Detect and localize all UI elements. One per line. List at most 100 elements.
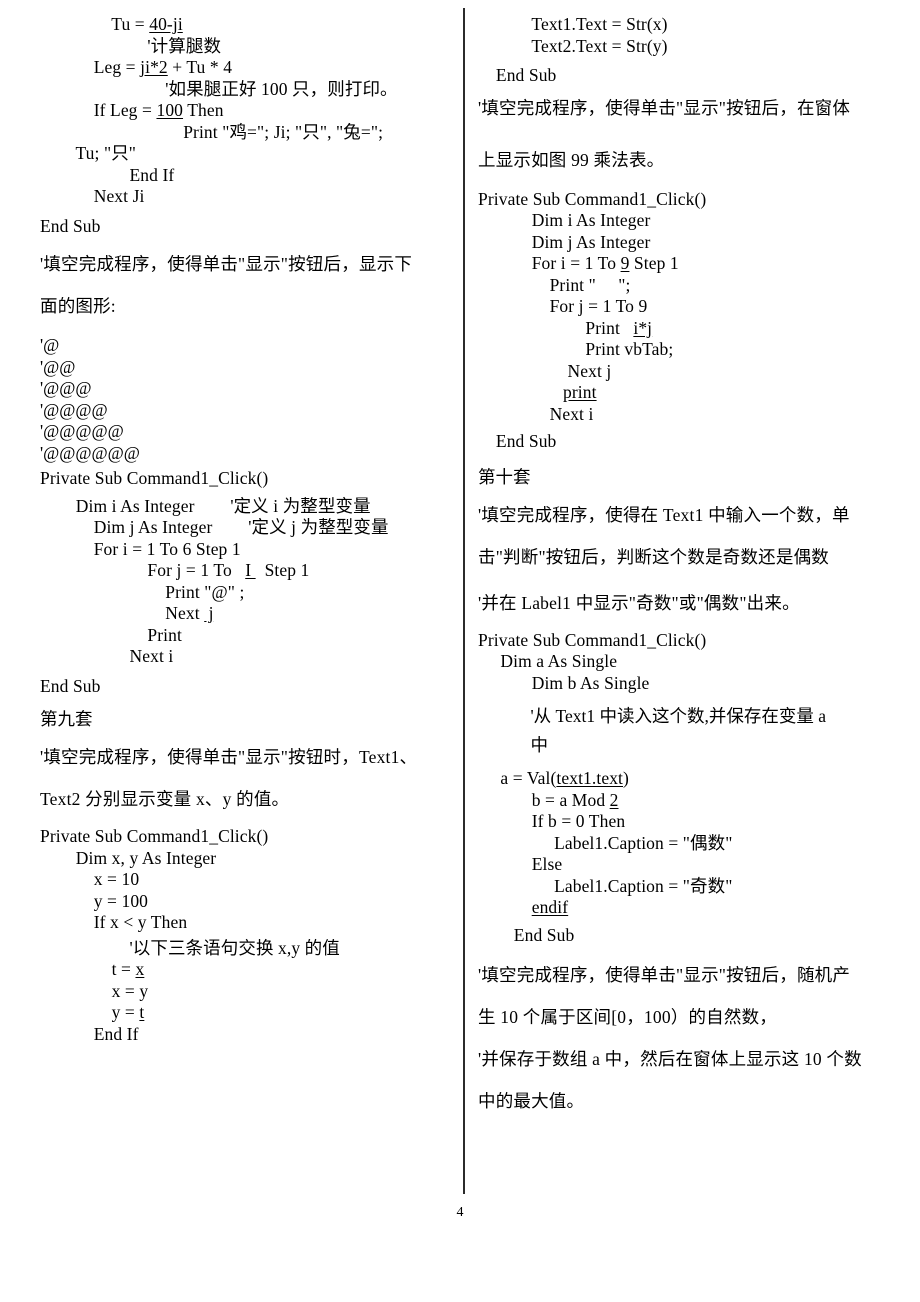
code-line: Print i*j <box>478 318 902 340</box>
code-line: x = 10 <box>40 869 140 889</box>
code-line: For i = 1 To 9 Step 1 <box>478 253 902 275</box>
code-line: Print vbTab; <box>478 339 674 359</box>
code-line: Dim i As Integer <box>478 210 651 230</box>
code-line-tail: Then <box>183 100 224 120</box>
section-heading: 第九套 <box>40 709 93 729</box>
right-column: Text1.Text = Str(x) Text2.Text = Str(y) … <box>478 14 902 1122</box>
code-line-head: For i = 1 To <box>478 253 621 273</box>
code-line: '如果腿正好 100 只，则打印。 <box>40 78 398 99</box>
code-line: Next i <box>478 403 594 424</box>
ascii-art-line: '@@ <box>40 356 76 377</box>
code-line: Dim a As Single <box>478 651 618 671</box>
answer-blank: 40-ji <box>149 14 183 34</box>
code-line: Dim x, y As Integer <box>40 847 217 868</box>
code-line: End If <box>40 164 175 185</box>
document-page: Tu = 40-ji '计算腿数 Leg = ji*2 + Tu * 4 '如果… <box>0 0 920 1302</box>
code-line-tail: Step 1 <box>629 253 679 273</box>
code-line: y = t <box>40 1002 452 1024</box>
ascii-art-line: '@@@@@ <box>40 421 124 441</box>
code-line-tail: + Tu * 4 <box>167 57 233 77</box>
code-line: Print " "; <box>478 274 631 295</box>
code-line: Leg = ji*2 + Tu * 4 <box>40 57 452 79</box>
comment-paragraph: '并保存于数组 a 中，然后在窗体上显示这 10 个数 <box>478 1049 862 1069</box>
code-line: Private Sub Command1_Click() <box>478 188 707 209</box>
code-line-tail: ) <box>623 768 629 788</box>
code-line: Print <box>40 624 182 645</box>
ascii-art-line: '@@@ <box>40 378 92 398</box>
code-line: Private Sub Command1_Click() <box>40 826 269 846</box>
code-line: Label1.Caption = "奇数" <box>478 875 733 896</box>
code-line-head: Print <box>478 317 634 338</box>
comment-paragraph: 生 10 个属于区间[0，100）的自然数， <box>478 1007 777 1027</box>
comment-paragraph: '填空完成程序，使得单击"显示"按钮后，在窗体 <box>478 97 851 118</box>
code-line-head: Next <box>40 603 205 623</box>
code-line: End Sub <box>40 215 101 236</box>
code-line: Private Sub Command1_Click() <box>40 468 269 488</box>
code-line-tail: Step 1 <box>255 560 310 580</box>
answer-blank: x <box>135 959 145 979</box>
code-line-head: t = <box>40 959 136 979</box>
code-line: End Sub <box>478 924 575 945</box>
comment-paragraph: '填空完成程序，使得单击"显示"按钮后，随机产 <box>478 965 851 985</box>
code-line: Print "鸡="; Ji; "只", "兔="; <box>40 121 384 142</box>
code-line: '计算腿数 <box>40 35 222 56</box>
code-line: For j = 1 To I Step 1 <box>40 560 452 582</box>
answer-blank: 100 <box>156 100 184 120</box>
code-line: End Sub <box>40 675 101 696</box>
code-line: Tu = 40-ji <box>40 14 452 36</box>
code-line: For j = 1 To 9 <box>478 296 648 316</box>
answer-blank: t <box>139 1002 145 1022</box>
comment-paragraph: 击"判断"按钮后，判断这个数是奇数还是偶数 <box>478 546 829 567</box>
code-line: endif <box>478 897 902 919</box>
code-line: Dim j As Integer <box>478 231 651 252</box>
code-line: Dim i As Integer '定义 i 为整型变量 <box>40 495 371 516</box>
comment-paragraph: '从 Text1 中读入这个数,并保存在变量 a <box>478 706 827 726</box>
code-line-head: If Leg = <box>40 100 157 120</box>
answer-blank: text1.text <box>556 768 624 788</box>
comment-paragraph: '并在 Label1 中显示"奇数"或"偶数"出来。 <box>478 592 800 613</box>
section-heading: 第十套 <box>478 466 531 487</box>
code-line: For i = 1 To 6 Step 1 <box>40 538 241 559</box>
code-line: Text1.Text = Str(x) <box>478 14 668 34</box>
comment-paragraph: Text2 分别显示变量 x、y 的值。 <box>40 789 290 809</box>
code-line-head: a = Val( <box>478 768 557 788</box>
code-line: If x < y Then <box>40 912 188 932</box>
comment-paragraph: '填空完成程序，使得单击"显示"按钮时，Text1、 <box>40 747 418 767</box>
code-line-head: Leg = <box>40 57 141 77</box>
code-line-head <box>478 382 563 402</box>
code-line: Private Sub Command1_Click() <box>478 629 707 650</box>
comment-paragraph: 面的图形: <box>40 296 116 316</box>
code-line: t = x <box>40 959 452 981</box>
code-line: Else <box>478 854 563 874</box>
code-line: Tu; "只" <box>40 143 137 163</box>
code-line-head: For j = 1 To <box>40 560 246 580</box>
code-line: print <box>478 382 902 404</box>
code-line: x = y <box>40 980 149 1001</box>
answer-blank: ji*2 <box>140 57 168 77</box>
ascii-art-line: '@@@@@@ <box>40 442 140 463</box>
left-column: Tu = 40-ji '计算腿数 Leg = ji*2 + Tu * 4 '如果… <box>40 14 452 1045</box>
code-line: If Leg = 100 Then <box>40 100 452 122</box>
code-line: Next Ji <box>40 186 145 206</box>
code-line: '以下三条语句交换 x,y 的值 <box>40 937 340 958</box>
code-line: End Sub <box>478 65 557 85</box>
code-line-head <box>478 897 532 917</box>
code-line-head: y = <box>40 1002 140 1022</box>
code-line: Dim j As Integer '定义 j 为整型变量 <box>40 517 389 537</box>
answer-blank: i*j <box>633 317 653 338</box>
code-line: End Sub <box>478 431 557 451</box>
code-line-head: b = a Mod <box>478 789 610 810</box>
answer-blank: 2 <box>609 789 619 810</box>
code-line: Next j <box>478 360 612 381</box>
comment-paragraph: 中 <box>478 735 549 755</box>
column-divider-rule <box>463 8 465 1194</box>
code-line: Next j <box>40 603 452 625</box>
answer-blank: j <box>204 603 214 623</box>
code-line-head: Tu = <box>40 14 150 34</box>
code-line: b = a Mod 2 <box>478 790 902 812</box>
comment-paragraph: 中的最大值。 <box>478 1091 585 1111</box>
ascii-art-line: '@ <box>40 335 60 355</box>
answer-blank: print <box>563 382 597 402</box>
code-line: Dim b As Single <box>478 672 650 693</box>
code-line: If b = 0 Then <box>478 811 626 831</box>
